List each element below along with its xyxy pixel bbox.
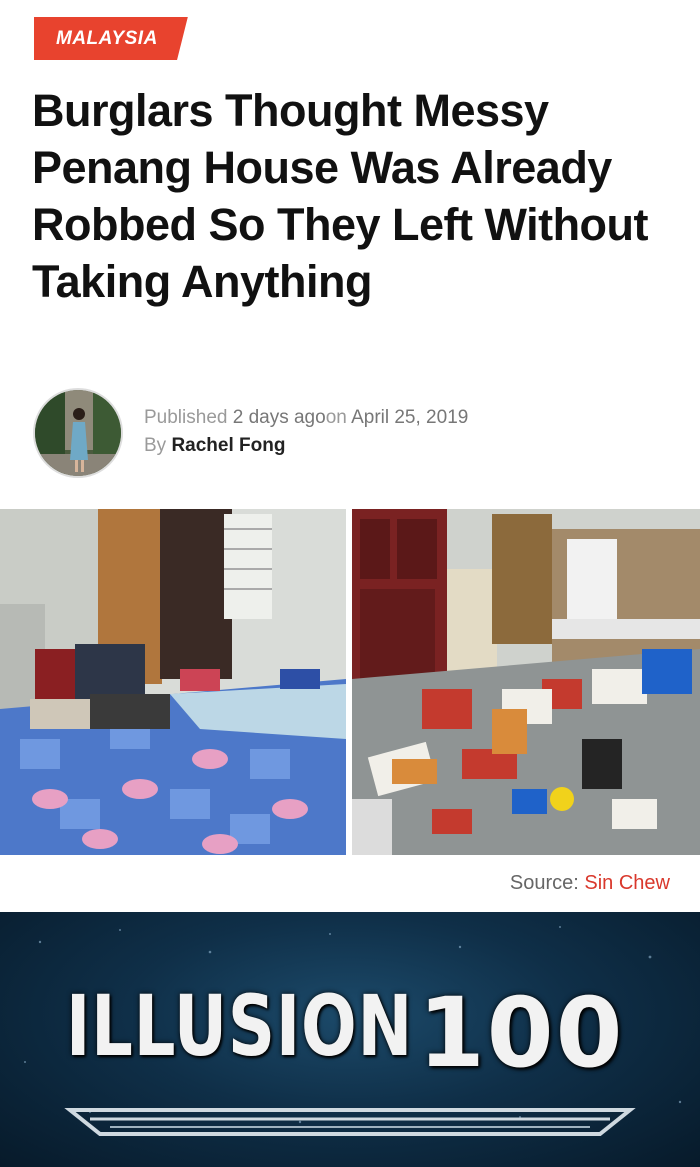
published-relative: 2 days ago [232, 407, 326, 428]
published-date: April 25, 2019 [351, 407, 469, 428]
messy-room-floor-photo [352, 509, 700, 855]
source-label: Source: [509, 872, 585, 894]
messy-bedroom-photo [0, 509, 346, 855]
published-on: on [325, 407, 352, 428]
source-link[interactable]: Sin Chew [584, 872, 670, 894]
skill-level: 100 [418, 977, 625, 1089]
article-photos [0, 509, 700, 855]
published-line: Published 2 days agoon April 25, 2019 [144, 404, 468, 432]
category-badge[interactable]: MALAYSIA [34, 17, 188, 60]
author-line: By Rachel Fong [144, 432, 468, 460]
by-label: By [144, 435, 172, 456]
article-byline: Published 2 days agoon April 25, 2019 By… [144, 404, 468, 460]
skill-level-text: ILLUSION 100 [66, 977, 622, 1089]
author-avatar[interactable] [33, 388, 123, 478]
article-headline: Burglars Thought Messy Penang House Was … [32, 85, 649, 307]
skill-name: ILLUSION [66, 977, 414, 1075]
article: MALAYSIA Burglars Thought Messy Penang H… [0, 0, 700, 912]
skyrim-skill-meme: ILLUSION 100 [0, 912, 700, 1167]
published-label: Published [144, 407, 233, 428]
author-name[interactable]: Rachel Fong [171, 435, 285, 456]
skill-level-bar-ornament [64, 1108, 636, 1136]
image-source: Source: Sin Chew [510, 872, 670, 895]
